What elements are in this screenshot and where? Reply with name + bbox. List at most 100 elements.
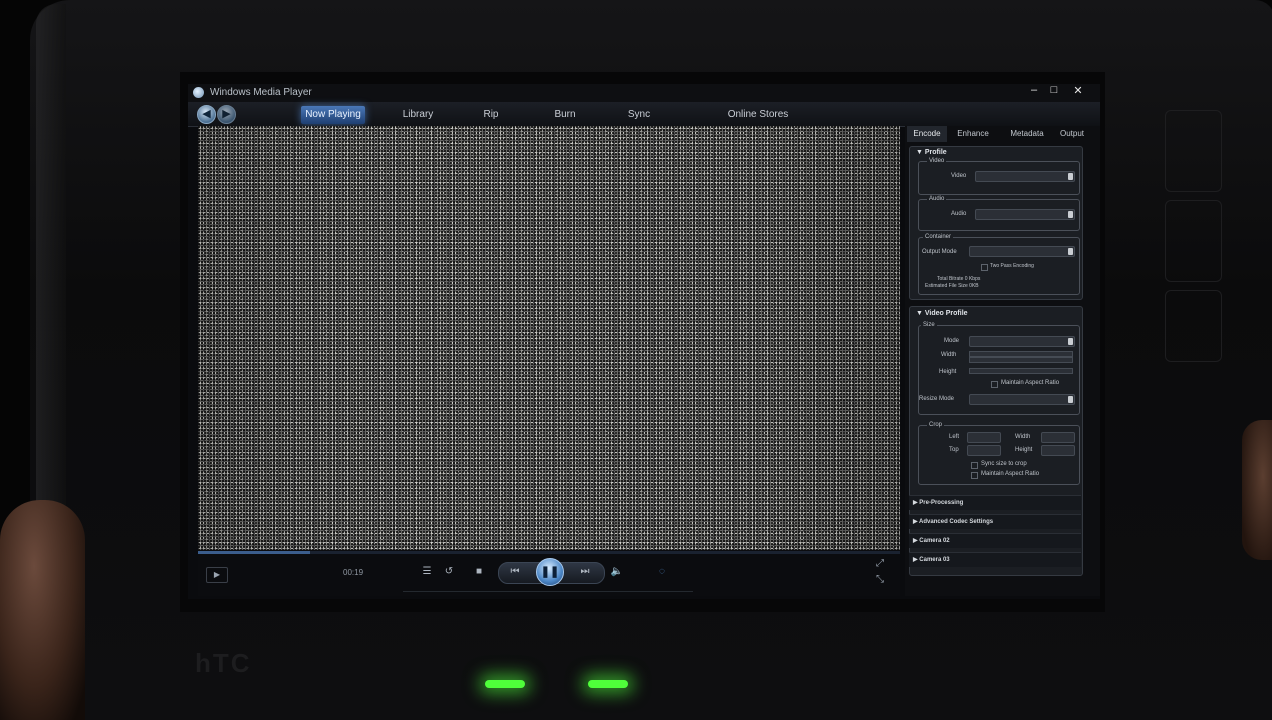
crop-width-input[interactable] (1041, 432, 1075, 443)
dropdown-arrow-icon (1068, 248, 1073, 255)
tab-online-stores[interactable]: Online Stores (718, 106, 798, 124)
close-button[interactable]: ✕ (1069, 84, 1087, 97)
media-player-icon (193, 87, 204, 98)
back-arrow-icon[interactable]: ◀ (197, 105, 216, 124)
dropdown-arrow-icon (1068, 173, 1073, 180)
tab-rip[interactable]: Rip (473, 106, 509, 124)
hardware-button-low[interactable] (1165, 290, 1222, 362)
repeat-icon[interactable]: ↺ (440, 564, 458, 580)
seek-bar[interactable] (198, 551, 900, 554)
seek-progress (198, 551, 311, 554)
tab-burn[interactable]: Burn (545, 106, 585, 124)
sync-size-checkbox[interactable] (971, 462, 978, 469)
hardware-button-mid[interactable] (1165, 200, 1222, 282)
maintain-aspect-checkbox[interactable] (991, 381, 998, 388)
crop-left-label: Left (949, 434, 960, 440)
size-group: Size Mode Width Height Maintain Aspect R… (918, 322, 1080, 415)
width-input[interactable] (969, 357, 1073, 363)
hand-thumb-left (0, 500, 85, 720)
tab-now-playing[interactable]: Now Playing (301, 106, 365, 124)
height-label: Height (939, 369, 957, 375)
camera-02-section[interactable]: ▶ Camera 02 (909, 533, 1081, 548)
crop-height-label: Height (1015, 447, 1033, 453)
video-label: Video (951, 173, 967, 179)
audio-group-label: Audio (927, 196, 947, 202)
crop-top-input[interactable] (967, 445, 1001, 456)
mode-dropdown[interactable] (969, 336, 1075, 347)
profile-section: ▼ Profile Video Video Audio Audio Contai… (909, 146, 1083, 300)
container-group-label: Container (923, 234, 954, 240)
tab-enhance[interactable]: Enhance (953, 126, 993, 142)
profile-title[interactable]: ▼ Profile (916, 149, 947, 156)
container-group: Container Output Mode Two Pass Encoding … (918, 234, 1080, 295)
tab-sync[interactable]: Sync (620, 106, 658, 124)
transport-controls: ▶ 00:19 ☰ ↺ ■ ⏮ ❚❚ ⏭ 🔈 ◌ ⤢ ⤡ (198, 550, 900, 596)
width-label: Width (941, 352, 957, 358)
tab-metadata[interactable]: Metadata (1005, 126, 1049, 142)
hand-fingers-right (1242, 420, 1272, 560)
output-mode-label: Output Mode (922, 249, 957, 255)
video-profile-title[interactable]: ▼ Video Profile (916, 310, 968, 317)
volume-slider-knob[interactable]: ◌ (653, 564, 671, 580)
crop-aspect-label: Maintain Aspect Ratio (981, 471, 1040, 477)
maximize-button[interactable]: □ (1045, 84, 1063, 96)
compact-mode-icon[interactable]: ⤡ (876, 574, 888, 586)
hardware-button-top[interactable] (1165, 110, 1222, 192)
elapsed-time: 00:19 (343, 568, 364, 577)
minimize-button[interactable]: ‒ (1025, 84, 1043, 96)
crop-aspect-checkbox[interactable] (971, 472, 978, 479)
maintain-aspect-label: Maintain Aspect Ratio (1001, 380, 1060, 386)
crop-height-input[interactable] (1041, 445, 1075, 456)
navigation-bar: ◀ ▶ Now Playing Library Rip Burn Sync On… (188, 102, 1100, 127)
two-pass-label: Two Pass Encoding (990, 263, 1034, 269)
sync-size-label: Sync size to crop (981, 461, 1027, 467)
audio-profile-dropdown[interactable] (975, 209, 1075, 220)
video-group-label: Video (927, 158, 947, 164)
pause-icon[interactable]: ❚❚ (536, 558, 564, 586)
crop-width-label: Width (1015, 434, 1031, 440)
media-player-window: Windows Media Player ‒ □ ✕ ◀ ▶ Now Playi… (188, 84, 1100, 599)
tab-output[interactable]: Output (1055, 126, 1089, 142)
crop-left-input[interactable] (967, 432, 1001, 443)
output-mode-dropdown[interactable] (969, 246, 1075, 257)
video-group: Video Video (918, 158, 1080, 195)
video-display-static[interactable] (198, 126, 900, 550)
tab-library[interactable]: Library (393, 106, 443, 124)
playlist-icon[interactable]: ☰ (418, 564, 436, 580)
dropdown-arrow-icon (1068, 211, 1073, 218)
status-led-left (485, 680, 525, 688)
crop-top-label: Top (949, 447, 959, 453)
forward-arrow-icon[interactable]: ▶ (217, 105, 236, 124)
audio-group: Audio Audio (918, 196, 1080, 231)
total-bitrate: Total Bitrate 0 Kbps (937, 276, 981, 282)
encode-side-panel: Encode Enhance Metadata Output ▼ Profile… (905, 126, 1100, 596)
status-led-right (588, 680, 628, 688)
dropdown-arrow-icon (1068, 396, 1073, 403)
crop-group: Crop Left Width Top Height Sync size to … (918, 422, 1080, 485)
tab-encode[interactable]: Encode (907, 126, 947, 142)
crop-group-label: Crop (927, 422, 945, 428)
window-title: Windows Media Player (210, 87, 312, 98)
volume-track (403, 591, 693, 592)
fullscreen-icon[interactable]: ⤢ (876, 558, 888, 570)
audio-label: Audio (951, 211, 967, 217)
play-mode-icon[interactable]: ▶ (206, 567, 228, 583)
pre-processing-section[interactable]: ▶ Pre-Processing (909, 495, 1081, 510)
estimated-file-size: Estimated File Size 0KB (925, 283, 979, 289)
advanced-codec-section[interactable]: ▶ Advanced Codec Settings (909, 514, 1081, 529)
device-brand-logo: hTC (195, 648, 252, 678)
height-slider[interactable] (969, 368, 1073, 374)
resize-mode-label: Resize Mode (919, 396, 955, 402)
title-bar: Windows Media Player ‒ □ ✕ (188, 84, 1100, 102)
device-edge (36, 4, 66, 544)
size-group-label: Size (921, 322, 937, 328)
camera-03-section[interactable]: ▶ Camera 03 (909, 552, 1081, 567)
two-pass-checkbox[interactable] (981, 264, 988, 271)
stop-icon[interactable]: ■ (470, 564, 488, 580)
resize-mode-dropdown[interactable] (969, 394, 1075, 405)
video-profile-dropdown[interactable] (975, 171, 1075, 182)
volume-icon[interactable]: 🔈 (608, 564, 626, 580)
next-icon[interactable]: ⏭ (576, 564, 594, 580)
previous-icon[interactable]: ⏮ (506, 564, 524, 580)
mode-label: Mode (944, 338, 960, 344)
